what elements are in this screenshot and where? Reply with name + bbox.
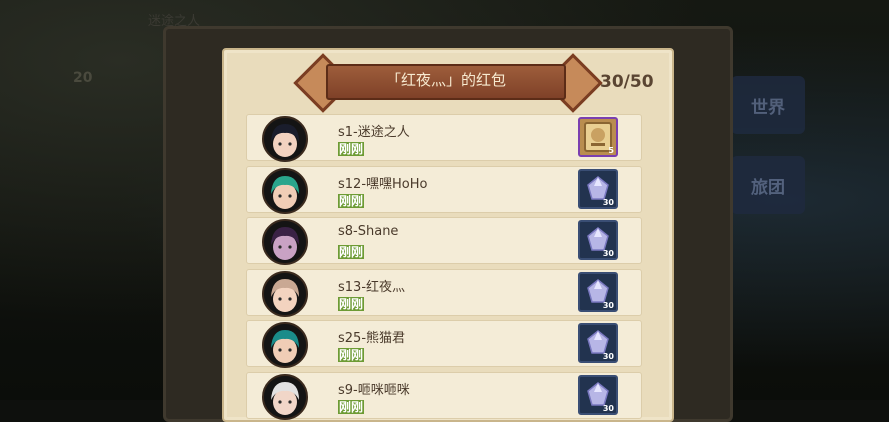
world-channel-button[interactable]: 世界: [731, 76, 805, 134]
claim-time-badge: 刚刚: [338, 142, 365, 156]
player-avatar[interactable]: [262, 116, 308, 162]
reward-quantity: 30: [602, 301, 614, 310]
list-item[interactable]: s25-熊猫君 刚刚 30: [246, 320, 642, 368]
gold-card-icon[interactable]: 5: [578, 117, 618, 157]
guild-channel-button[interactable]: 旅团: [731, 156, 805, 214]
player-name: s1-迷途之人: [338, 125, 410, 140]
diamond-icon[interactable]: 30: [578, 272, 618, 312]
player-name: s25-熊猫君: [338, 331, 406, 346]
player-name: s12-嘿嘿HoHo: [338, 177, 428, 192]
player-name: s8-Shane: [338, 224, 399, 239]
diamond-icon[interactable]: 30: [578, 323, 618, 363]
background-number: 20: [73, 70, 93, 86]
list-item[interactable]: s12-嘿嘿HoHo 刚刚 30: [246, 166, 642, 214]
title-ribbon: 「红夜灬」的红包: [292, 53, 603, 113]
player-avatar[interactable]: [262, 322, 308, 368]
list-item[interactable]: s9-咂咪咂咪 刚刚 30: [246, 372, 642, 420]
claim-time-badge: 刚刚: [338, 400, 365, 414]
diamond-icon[interactable]: 30: [578, 375, 618, 415]
claim-time-badge: 刚刚: [338, 348, 365, 362]
player-name: s13-红夜灬: [338, 280, 406, 295]
reward-quantity: 30: [602, 352, 614, 361]
claim-time-badge: 刚刚: [338, 245, 365, 259]
player-avatar[interactable]: [262, 271, 308, 317]
diamond-icon[interactable]: 30: [578, 220, 618, 260]
player-avatar[interactable]: [262, 374, 308, 420]
claimed-count: 30/50: [600, 72, 654, 92]
reward-quantity: 30: [602, 198, 614, 207]
dialog-title: 「红夜灬」的红包: [385, 71, 506, 89]
list-item[interactable]: s13-红夜灬 刚刚 30: [246, 269, 642, 317]
reward-quantity: 30: [602, 404, 614, 413]
player-avatar[interactable]: [262, 219, 308, 265]
list-item[interactable]: s8-Shane 刚刚 30: [246, 217, 642, 265]
player-name: s9-咂咪咂咪: [338, 383, 410, 398]
diamond-icon[interactable]: 30: [578, 169, 618, 209]
player-avatar[interactable]: [262, 168, 308, 214]
claim-time-badge: 刚刚: [338, 194, 365, 208]
reward-quantity: 5: [608, 146, 614, 155]
list-item[interactable]: s1-迷途之人 刚刚 5: [246, 114, 642, 162]
reward-quantity: 30: [602, 249, 614, 258]
claim-time-badge: 刚刚: [338, 297, 365, 311]
